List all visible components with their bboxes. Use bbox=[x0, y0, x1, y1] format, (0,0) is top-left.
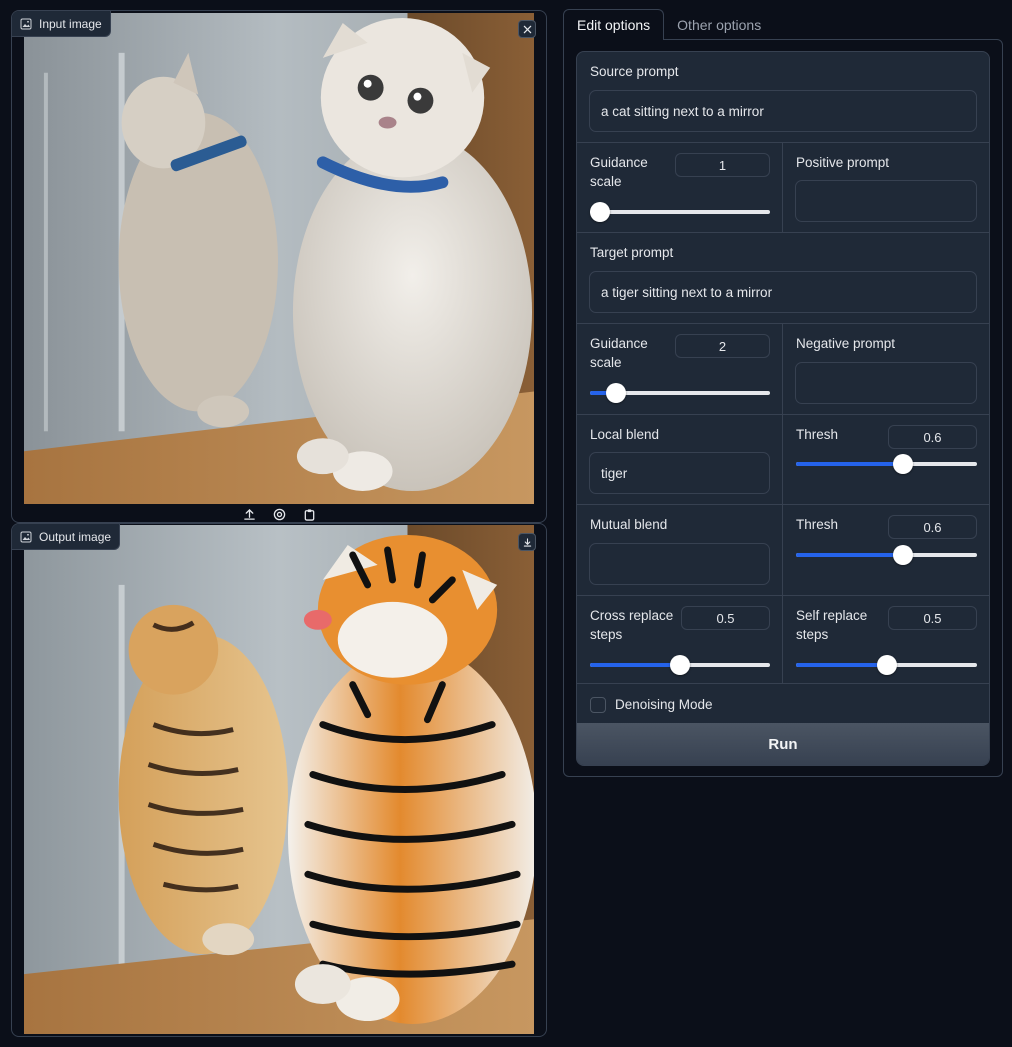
cross-replace-label: Cross replace steps bbox=[590, 608, 674, 642]
slider-handle[interactable] bbox=[892, 545, 913, 565]
denoising-checkbox[interactable] bbox=[590, 696, 606, 713]
positive-prompt-block: Positive prompt bbox=[783, 143, 989, 232]
guidance-scale-1-slider[interactable] bbox=[590, 202, 770, 222]
clipboard-icon[interactable] bbox=[301, 508, 317, 522]
image-icon bbox=[20, 18, 32, 30]
thresh-2-number[interactable]: 0.6 bbox=[888, 515, 977, 539]
target-prompt-block: Target prompt a tiger sitting next to a … bbox=[577, 233, 989, 324]
image-toolbar bbox=[12, 508, 546, 522]
thresh-2-label: Thresh bbox=[796, 517, 839, 532]
guidance-scale-2-label: Guidance scale bbox=[590, 336, 648, 370]
thresh-1-slider[interactable] bbox=[796, 454, 977, 474]
self-replace-slider[interactable] bbox=[796, 655, 977, 675]
image-icon bbox=[20, 531, 32, 543]
run-button[interactable]: Run bbox=[577, 723, 989, 765]
negative-prompt-label: Negative prompt bbox=[796, 336, 896, 351]
options-tabs: Edit options Other options bbox=[563, 9, 774, 40]
guidance-scale-1-block: Guidance scale 1 bbox=[577, 143, 783, 232]
positive-prompt-label: Positive prompt bbox=[796, 155, 890, 170]
local-blend-input[interactable]: tiger bbox=[589, 452, 770, 494]
mutual-blend-label: Mutual blend bbox=[590, 517, 668, 532]
input-image-label: Input image bbox=[39, 16, 102, 31]
thresh-1-number[interactable]: 0.6 bbox=[888, 425, 977, 449]
guidance-scale-2-number[interactable]: 2 bbox=[675, 334, 770, 358]
slider-fill bbox=[796, 663, 887, 667]
slider-track bbox=[590, 210, 770, 214]
slider-fill bbox=[796, 553, 905, 557]
mutual-blend-block: Mutual blend bbox=[577, 505, 783, 595]
tab-panel-edit-options: Source prompt a cat sitting next to a mi… bbox=[563, 39, 1003, 777]
slider-handle[interactable] bbox=[892, 454, 913, 474]
negative-prompt-block: Negative prompt bbox=[783, 324, 989, 414]
source-prompt-input[interactable]: a cat sitting next to a mirror bbox=[589, 90, 977, 132]
self-replace-block: Self replace steps 0.5 bbox=[783, 596, 989, 683]
target-prompt-input[interactable]: a tiger sitting next to a mirror bbox=[589, 271, 977, 313]
slider-handle[interactable] bbox=[590, 202, 610, 222]
tab-edit-options[interactable]: Edit options bbox=[563, 9, 665, 40]
positive-prompt-input[interactable] bbox=[795, 180, 977, 222]
slider-handle[interactable] bbox=[606, 383, 626, 403]
webcam-icon[interactable] bbox=[271, 508, 287, 522]
output-image-label: Output image bbox=[39, 529, 112, 544]
edit-form: Source prompt a cat sitting next to a mi… bbox=[576, 51, 990, 766]
upload-icon[interactable] bbox=[241, 508, 257, 522]
thresh-2-block: Thresh 0.6 bbox=[783, 505, 989, 595]
close-icon bbox=[523, 25, 532, 34]
local-blend-row: Local blend tiger Thresh 0.6 bbox=[577, 415, 989, 505]
input-image-label-badge: Input image bbox=[12, 11, 111, 37]
guidance-scale-1-number[interactable]: 1 bbox=[675, 153, 770, 177]
source-prompt-label: Source prompt bbox=[590, 64, 679, 79]
clear-image-button[interactable] bbox=[518, 20, 536, 38]
input-image bbox=[24, 13, 534, 504]
input-image-panel[interactable]: Input image bbox=[11, 10, 547, 523]
app-root: Input image Output image Edit options Ot… bbox=[0, 0, 1012, 1047]
negative-prompt-input[interactable] bbox=[795, 362, 977, 404]
tab-other-options[interactable]: Other options bbox=[664, 10, 774, 40]
denoising-toggle[interactable]: Denoising Mode bbox=[590, 684, 713, 725]
guidance-scale-2-block: Guidance scale 2 bbox=[577, 324, 783, 414]
thresh-1-block: Thresh 0.6 bbox=[783, 415, 989, 504]
replace-steps-row: Cross replace steps 0.5 Self replace ste… bbox=[577, 596, 989, 684]
local-blend-block: Local blend tiger bbox=[577, 415, 783, 504]
cross-replace-number[interactable]: 0.5 bbox=[681, 606, 770, 630]
denoising-label: Denoising Mode bbox=[615, 697, 713, 712]
output-image-panel: Output image bbox=[11, 523, 547, 1037]
guidance-scale-1-label: Guidance scale bbox=[590, 155, 648, 189]
guidance-scale-2-slider[interactable] bbox=[590, 383, 770, 403]
local-blend-label: Local blend bbox=[590, 427, 660, 442]
self-replace-label: Self replace steps bbox=[796, 608, 868, 642]
guidance-negative-row: Guidance scale 2 Negative prompt bbox=[577, 324, 989, 415]
target-prompt-label: Target prompt bbox=[590, 245, 674, 260]
slider-fill bbox=[590, 663, 680, 667]
download-icon bbox=[523, 537, 532, 547]
guidance-positive-row: Guidance scale 1 Positive prompt bbox=[577, 143, 989, 233]
thresh-1-label: Thresh bbox=[796, 427, 839, 442]
source-prompt-block: Source prompt a cat sitting next to a mi… bbox=[577, 52, 989, 143]
thresh-2-slider[interactable] bbox=[796, 545, 977, 565]
download-button[interactable] bbox=[518, 533, 536, 551]
slider-handle[interactable] bbox=[670, 655, 690, 675]
output-image-label-badge: Output image bbox=[12, 524, 121, 550]
slider-fill bbox=[796, 462, 905, 466]
denoising-row: Denoising Mode bbox=[577, 684, 989, 725]
slider-handle[interactable] bbox=[876, 655, 897, 675]
mutual-blend-input[interactable] bbox=[589, 543, 770, 585]
cross-replace-block: Cross replace steps 0.5 bbox=[577, 596, 783, 683]
self-replace-number[interactable]: 0.5 bbox=[888, 606, 977, 630]
mutual-blend-row: Mutual blend Thresh 0.6 bbox=[577, 505, 989, 596]
output-image bbox=[24, 525, 534, 1034]
cross-replace-slider[interactable] bbox=[590, 655, 770, 675]
